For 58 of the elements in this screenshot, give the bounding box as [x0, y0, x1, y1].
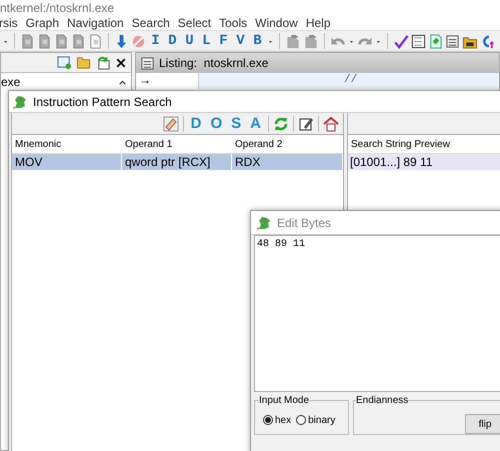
document-icon[interactable] — [54, 34, 69, 48]
bytes-text-area[interactable]: 48 89 11 — [254, 235, 500, 392]
home-icon[interactable] — [323, 116, 339, 132]
menu-item[interactable]: Graph — [22, 16, 64, 30]
radio-label: hex — [275, 414, 292, 426]
column-header[interactable]: Operand 2 — [232, 138, 343, 150]
toolbar-letter-button[interactable]: U — [182, 33, 197, 49]
eraser-icon[interactable] — [162, 116, 179, 132]
list-icon[interactable] — [445, 34, 460, 48]
column-header[interactable]: Operand 1 — [122, 138, 232, 150]
menu-item[interactable]: Window — [251, 16, 302, 30]
menu-item[interactable]: Select — [174, 16, 216, 30]
refresh-icon[interactable] — [273, 116, 289, 132]
document-icon[interactable] — [71, 34, 86, 48]
menu-item[interactable]: Search — [128, 16, 174, 30]
document-icon[interactable] — [303, 34, 319, 48]
close-icon[interactable] — [115, 56, 127, 68]
checkmark-icon[interactable] — [393, 34, 409, 48]
list-icon[interactable] — [140, 56, 155, 70]
document-icon[interactable] — [20, 34, 35, 48]
group-label: Endianness — [356, 395, 408, 406]
radio-button[interactable] — [296, 415, 306, 425]
window-title: ntkernel:/ntoskrnl.exe — [0, 0, 500, 16]
down-arrow-icon[interactable] — [114, 34, 129, 48]
radio-label: binary — [308, 414, 336, 426]
arrow-marker: → — [138, 73, 152, 89]
toolbar-letter-button[interactable]: B — [250, 33, 265, 49]
grid-icon[interactable] — [411, 34, 426, 48]
menu-item[interactable]: Tools — [215, 16, 252, 30]
toolbar-letter-button[interactable]: D — [165, 33, 180, 49]
group-label: Input Mode — [259, 395, 310, 406]
refresh-document-icon[interactable] — [96, 55, 111, 70]
table-cell: RDX — [232, 154, 343, 170]
toolbar-letter-button[interactable]: F — [216, 33, 231, 49]
new-window-icon[interactable] — [57, 55, 72, 70]
toolbar-letter-button[interactable]: V — [233, 33, 248, 49]
table-row[interactable]: MOV qword ptr [RCX] RDX — [12, 154, 343, 170]
toolbar-letter-button[interactable]: L — [199, 33, 214, 49]
table-cell: qword ptr [RCX] — [122, 154, 232, 170]
dragon-icon[interactable] — [12, 94, 28, 110]
table-cell: [01001...] 89 11 — [348, 154, 500, 170]
tree-item[interactable]: exe — [1, 75, 20, 89]
function-icon[interactable] — [480, 34, 496, 48]
menu-item[interactable]: Navigation — [63, 16, 128, 30]
flip-button[interactable]: flip — [465, 414, 500, 434]
dialog-title: Edit Bytes — [277, 216, 332, 230]
document-icon[interactable] — [37, 34, 52, 48]
dialog-title: Instruction Pattern Search — [33, 94, 172, 108]
column-header[interactable]: Mnemonic — [12, 138, 122, 150]
document-icon[interactable] — [285, 34, 301, 48]
table-cell: MOV — [12, 154, 122, 170]
toolbar-letter-button[interactable]: I — [148, 33, 163, 49]
radio-button[interactable] — [263, 415, 273, 425]
menu-item[interactable]: Help — [302, 16, 335, 30]
menu-item[interactable]: rsis — [0, 16, 22, 30]
edit-icon[interactable] — [298, 116, 314, 132]
camera-document-icon[interactable] — [88, 34, 103, 48]
dragon-icon[interactable] — [256, 214, 272, 230]
